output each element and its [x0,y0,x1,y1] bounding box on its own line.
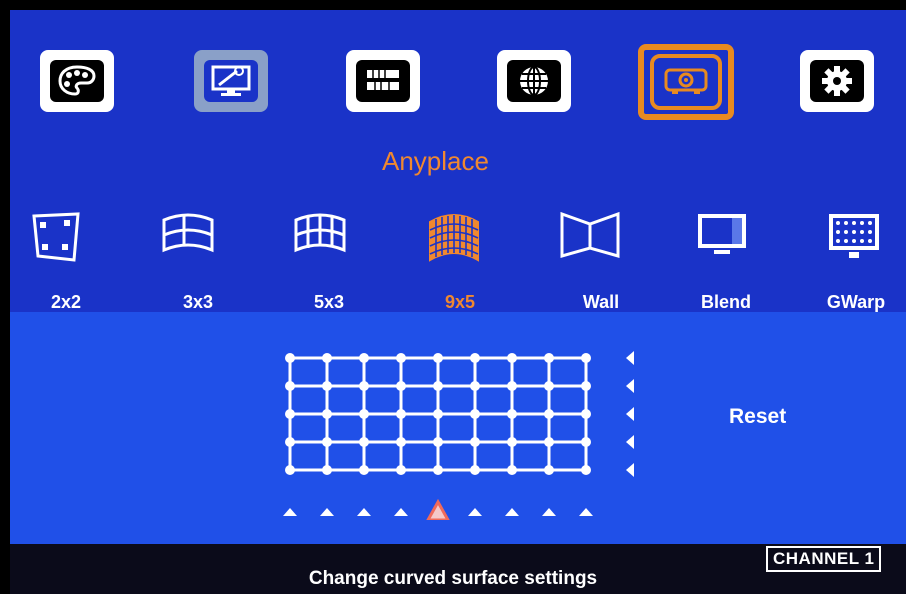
mode-label-wall: Wall [582,292,620,312]
grid-control-point[interactable] [544,381,554,391]
column-selector-arrow-selected[interactable] [426,498,450,520]
grid-control-point[interactable] [359,353,369,363]
grid-control-point[interactable] [396,437,406,447]
column-selector-arrow[interactable] [320,508,334,516]
mode-label-2x2: 2x2 [50,292,82,312]
grid-control-point[interactable] [285,381,295,391]
grid-control-point[interactable] [470,381,480,391]
grid-control-point[interactable] [544,465,554,475]
curved-3x3-icon [162,213,214,253]
grid-control-point[interactable] [433,409,443,419]
grid-control-point[interactable] [544,409,554,419]
mode-label-5x3: 5x3 [313,292,345,312]
mode-5x3[interactable] [280,210,360,260]
column-selector-arrow[interactable] [283,508,297,516]
grid-control-point[interactable] [322,381,332,391]
grid-control-point[interactable] [470,437,480,447]
column-selector-arrow[interactable] [357,508,371,516]
grid-control-point[interactable] [470,409,480,419]
grid-control-point[interactable] [396,353,406,363]
grid-control-point[interactable] [359,381,369,391]
grid-control-point[interactable] [507,437,517,447]
mode-3x3[interactable] [148,210,228,260]
tool-button-network[interactable] [497,50,571,112]
grid-control-point[interactable] [581,353,591,363]
grid-control-point[interactable] [322,437,332,447]
column-selector-arrow[interactable] [542,508,556,516]
grid-control-point[interactable] [433,353,443,363]
grid-control-point[interactable] [433,437,443,447]
column-selector-arrow[interactable] [505,508,519,516]
grid-control-point[interactable] [544,353,554,363]
tool-button-display[interactable] [194,50,268,112]
row-selector-arrow[interactable] [626,351,634,365]
signal-input-icon [356,60,410,102]
tool-button-settings[interactable] [800,50,874,112]
grid-control-point[interactable] [507,381,517,391]
grid-control-point[interactable] [359,465,369,475]
grid-control-point[interactable] [507,353,517,363]
grid-control-point[interactable] [396,465,406,475]
status-text: Change curved surface settings [308,568,598,589]
mode-label-3x3: 3x3 [182,292,214,312]
grid-control-point[interactable] [433,465,443,475]
grid-control-point[interactable] [507,409,517,419]
grid-control-point[interactable] [507,465,517,475]
column-selector-arrow[interactable] [579,508,593,516]
grid-control-point[interactable] [359,437,369,447]
grid-control-point[interactable] [470,465,480,475]
grid-control-point[interactable] [396,409,406,419]
curve-grid-editor[interactable] [270,340,650,520]
mode-blend[interactable] [682,210,762,258]
palette-icon [50,60,104,102]
quad-corner-icon [32,212,80,262]
row-selector-arrow[interactable] [626,379,634,393]
globe-network-icon [507,60,561,102]
mode-9x5[interactable] [414,210,494,266]
grid-control-point[interactable] [359,409,369,419]
mode-label-blend: Blend [700,292,751,312]
mode-label-gwarp: GWarp [826,292,886,312]
grid-control-point[interactable] [322,353,332,363]
grid-control-point[interactable] [470,353,480,363]
mode-wall[interactable] [550,210,630,260]
grid-control-point[interactable] [581,465,591,475]
monitor-tools-icon [204,60,258,102]
row-selector-arrow[interactable] [626,407,634,421]
mode-label-9x5: 9x5 [444,292,476,312]
projector-icon [650,54,722,110]
row-selector-arrow[interactable] [626,463,634,477]
grid-warp-icon [829,214,879,258]
grid-control-point[interactable] [285,465,295,475]
tool-button-input[interactable] [346,50,420,112]
tool-button-color[interactable] [40,50,114,112]
grid-control-point[interactable] [285,409,295,419]
gear-icon [810,60,864,102]
grid-control-point[interactable] [544,437,554,447]
mode-2x2[interactable] [16,210,96,266]
grid-control-point[interactable] [581,409,591,419]
grid-control-point[interactable] [285,437,295,447]
mode-gwarp[interactable] [814,210,894,262]
blend-screen-icon [698,214,746,254]
grid-control-point[interactable] [581,437,591,447]
grid-control-point[interactable] [581,381,591,391]
wall-corner-icon [560,211,620,258]
reset-button[interactable]: Reset [729,405,786,429]
grid-control-point[interactable] [285,353,295,363]
row-selector-arrow[interactable] [626,435,634,449]
grid-control-point[interactable] [322,409,332,419]
curved-9x5-icon [429,214,479,262]
grid-control-point[interactable] [322,465,332,475]
tool-button-anyplace[interactable] [638,44,734,120]
column-selector-arrow[interactable] [394,508,408,516]
curved-5x3-icon [294,213,346,253]
section-title: Anyplace [382,146,489,176]
grid-control-point[interactable] [396,381,406,391]
grid-control-point[interactable] [433,381,443,391]
column-selector-arrow[interactable] [468,508,482,516]
